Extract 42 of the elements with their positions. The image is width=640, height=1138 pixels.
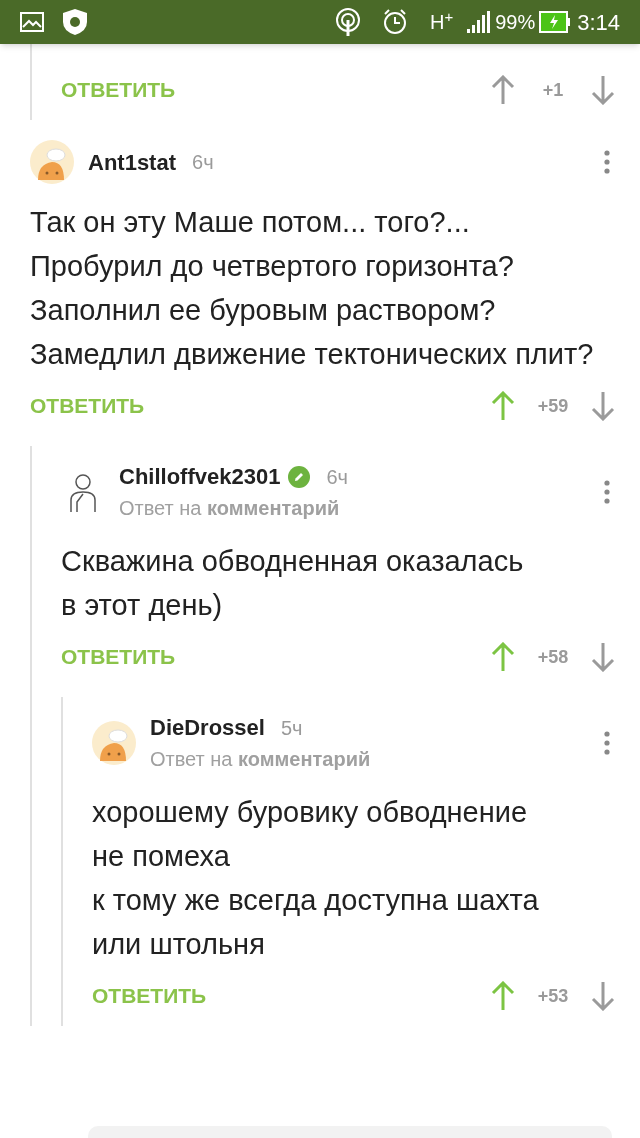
comment-time: 5ч: [280, 715, 303, 741]
username[interactable]: Chilloffvek2301: [119, 460, 281, 493]
comment-time: 6ч: [326, 464, 348, 490]
shield-icon: [62, 8, 88, 36]
avatar: [92, 720, 136, 765]
username[interactable]: Ant1stat: [88, 145, 176, 179]
upvote-icon[interactable]: [491, 642, 515, 672]
reply-to-text: Ответ на комментарий: [150, 747, 372, 772]
hotspot-icon: [333, 8, 362, 36]
comment-text: хорошему буровику обводнение не помеха к тому же всегда доступна шахта или штольня: [92, 795, 540, 962]
avatar: [30, 140, 74, 184]
more-options-icon[interactable]: [604, 150, 610, 174]
rating: +58: [536, 645, 570, 669]
downvote-icon[interactable]: [591, 642, 615, 672]
more-options-icon[interactable]: [604, 730, 610, 755]
username[interactable]: DieDrossel: [150, 711, 265, 744]
network-type: H$^{+}$: [429, 7, 454, 35]
comment-time: 6ч: [192, 150, 214, 175]
upvote-icon[interactable]: [491, 75, 515, 105]
comment-text: Так он эту Маше потом... того?... Пробурил до четвертого горизонта? Заполнил ее буровым раствором? Замедлил движение тектонических плит?: [30, 205, 595, 372]
reply-to-text: Ответ на комментарий: [119, 496, 341, 521]
comment-text: Скважина обводненная оказалась в этот день): [61, 544, 525, 623]
upvote-icon[interactable]: [491, 391, 515, 421]
clock: 3:14: [577, 8, 620, 37]
image-icon: [20, 12, 44, 32]
reply-button[interactable]: ОТВЕТИТЬ: [92, 980, 207, 1012]
alarm-icon: [381, 8, 408, 36]
more-options-icon[interactable]: [604, 479, 610, 504]
reply-button[interactable]: ОТВЕТИТЬ: [61, 641, 176, 673]
rating: +53: [536, 984, 570, 1008]
signal-icon: [467, 11, 492, 33]
battery-percent: 99%: [495, 10, 536, 35]
rating: +1: [541, 78, 565, 102]
downvote-icon[interactable]: [591, 391, 615, 421]
downvote-icon[interactable]: [591, 75, 615, 105]
upvote-icon[interactable]: [491, 981, 515, 1011]
battery-charging-icon: [539, 11, 572, 33]
reply-button[interactable]: ОТВЕТИТЬ: [61, 74, 176, 106]
downvote-icon[interactable]: [591, 981, 615, 1011]
reply-button[interactable]: ОТВЕТИТЬ: [30, 390, 145, 422]
rating: +59: [536, 394, 570, 418]
pencil-badge-icon: [288, 465, 311, 488]
